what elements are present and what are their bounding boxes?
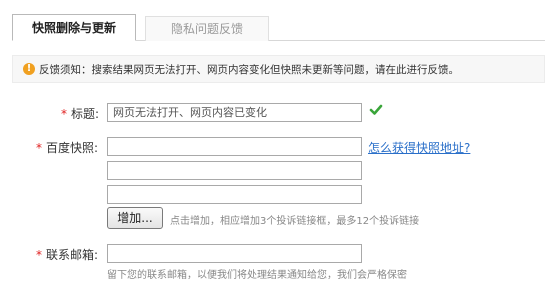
notice-text: 反馈须知：搜索结果网页无法打开、网页内容变化但快照未更新等问题，请在此进行反馈。: [39, 64, 459, 76]
snapshot-url-field-3[interactable]: [107, 185, 362, 204]
tab-snapshot-delete-update[interactable]: 快照删除与更新: [12, 14, 136, 41]
snapshot-url-field-1[interactable]: [107, 137, 362, 156]
exclamation-icon: !: [23, 63, 35, 75]
add-links-button[interactable]: 增加...: [107, 207, 163, 229]
add-links-hint: 点击增加，相应增加3个投诉链接框，最多12个投诉链接: [170, 216, 420, 227]
snapshot-help-link[interactable]: 怎么获得快照地址?: [368, 139, 470, 156]
snapshot-url-field-2[interactable]: [107, 161, 362, 180]
email-field[interactable]: [107, 244, 362, 263]
title-field[interactable]: 网页无法打开、网页内容已变化: [107, 103, 362, 122]
feedback-notice: ! 反馈须知：搜索结果网页无法打开、网页内容变化但快照未更新等问题，请在此进行反…: [12, 55, 545, 83]
tab-bar: 快照删除与更新 隐私问题反馈: [12, 14, 545, 41]
required-mark: *: [36, 141, 42, 155]
email-hint: 留下您的联系邮箱，以便我们将处理结果通知给您，我们会严格保密: [107, 270, 407, 281]
email-label: * 联系邮箱:: [36, 248, 99, 262]
snapshot-label: * 百度快照:: [36, 141, 99, 155]
required-mark: *: [61, 107, 67, 121]
title-label: * 标题:: [61, 107, 100, 121]
required-mark: *: [36, 248, 42, 262]
valid-check-icon: [369, 104, 383, 115]
tab-privacy-feedback[interactable]: 隐私问题反馈: [145, 16, 269, 41]
